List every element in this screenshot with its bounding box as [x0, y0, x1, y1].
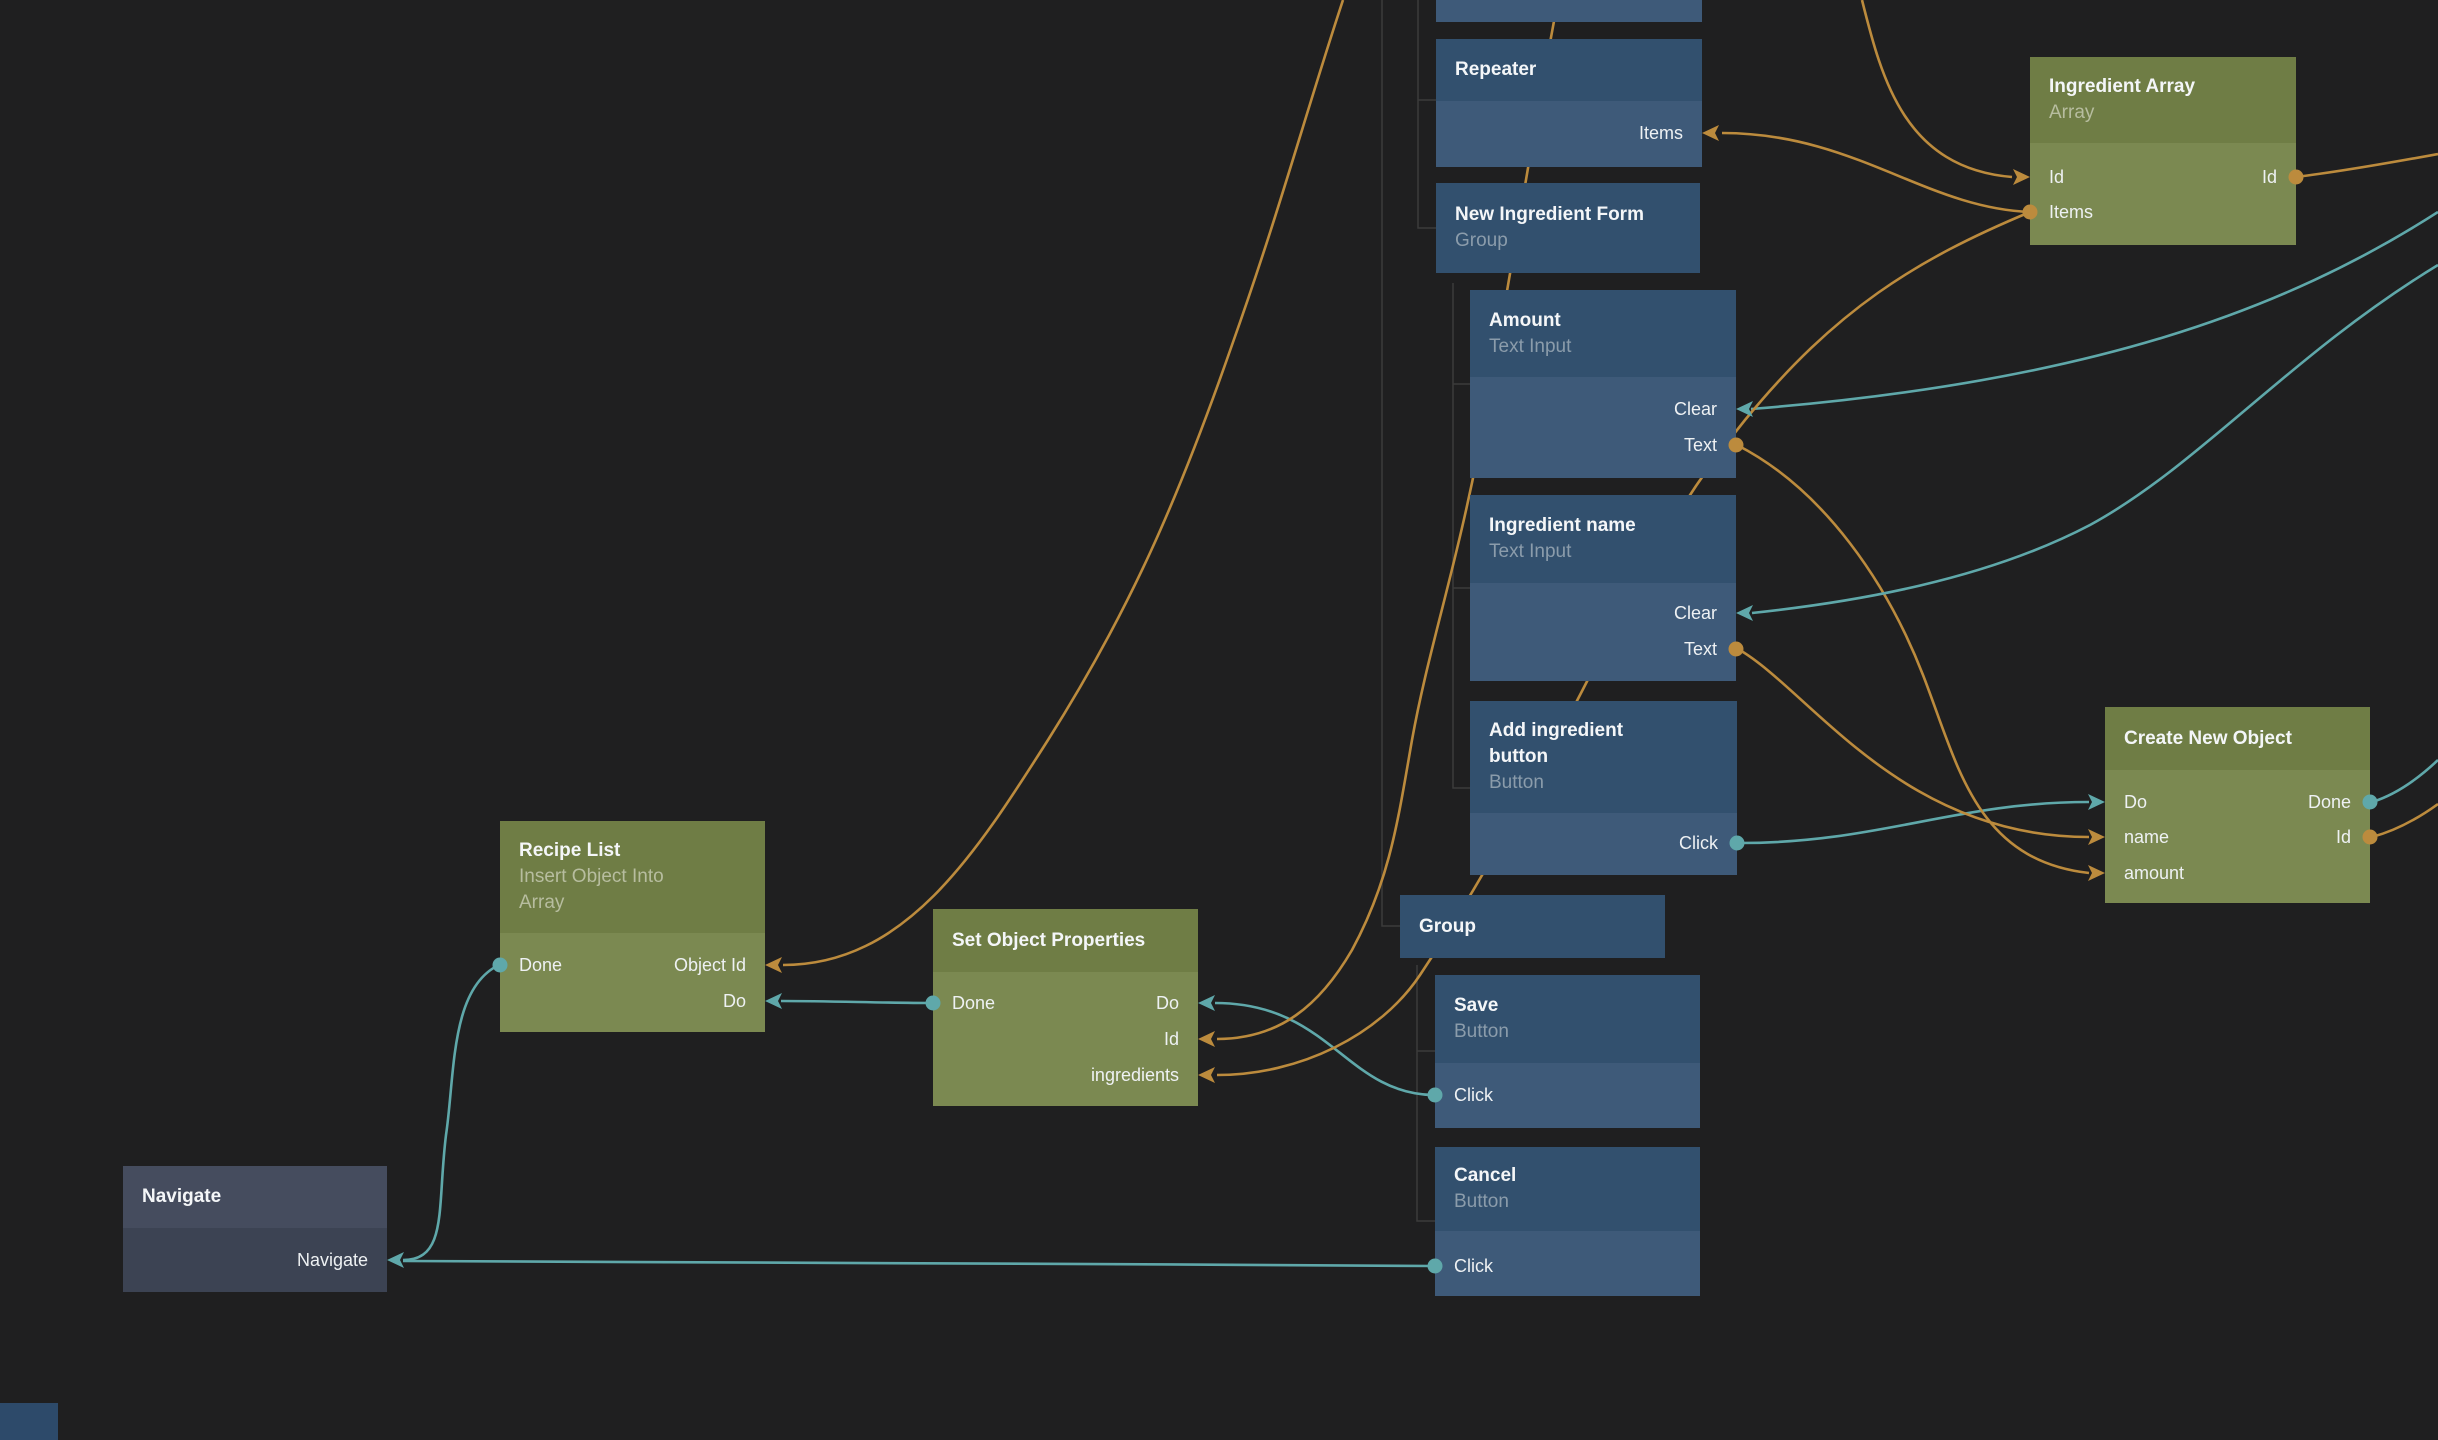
- node-ingredient-array-port-id[interactable]: Id: [2262, 164, 2277, 190]
- node-set-object-properties-title: Set Object Properties: [952, 928, 1184, 954]
- node-recipe-list-port-do[interactable]: Do: [723, 988, 746, 1014]
- offscreen-node-fragment-top[interactable]: [1436, 0, 1702, 22]
- offscreen-node-fragment-bottom-left[interactable]: [0, 1403, 58, 1440]
- node-cancel-header: CancelButton: [1435, 1147, 1700, 1231]
- node-group-header: Group: [1400, 895, 1665, 958]
- node-set-object-properties-port-id[interactable]: Id: [1164, 1026, 1179, 1052]
- node-recipe-list-port-object-id[interactable]: Object Id: [674, 952, 746, 978]
- node-layer: RepeaterItemsNew Ingredient FormGroupAmo…: [0, 0, 2438, 1440]
- node-create-new-object-port-amount[interactable]: amount: [2124, 860, 2184, 886]
- node-ingredient-array-port-id[interactable]: Id: [2049, 164, 2064, 190]
- node-new-ingredient-form[interactable]: New Ingredient FormGroup: [1436, 183, 1700, 273]
- node-add-ingredient-button-port-click[interactable]: Click: [1679, 830, 1718, 856]
- node-set-object-properties[interactable]: Set Object Properties Done Do Id ingredients: [933, 909, 1198, 1106]
- node-recipe-list-header: Recipe ListInsert Object Into Array: [500, 821, 765, 933]
- node-ingredient-name-port-text[interactable]: Text: [1684, 636, 1717, 662]
- node-ingredient-name-title: Ingredient name: [1489, 513, 1722, 539]
- node-create-new-object-port-id[interactable]: Id: [2336, 824, 2351, 850]
- node-cancel-title: Cancel: [1454, 1163, 1686, 1189]
- node-ingredient-name[interactable]: Ingredient nameText Input Clear Text: [1470, 495, 1736, 681]
- node-save-port-click[interactable]: Click: [1454, 1082, 1493, 1108]
- node-set-object-properties-port-do[interactable]: Do: [1156, 990, 1179, 1016]
- node-new-ingredient-form-header: New Ingredient FormGroup: [1436, 183, 1700, 273]
- node-navigate-port-navigate[interactable]: Navigate: [297, 1247, 368, 1273]
- node-recipe-list-subtitle: Insert Object Into Array: [519, 864, 709, 916]
- node-add-ingredient-button-header: Add ingredient buttonButton: [1470, 701, 1737, 813]
- node-add-ingredient-button-subtitle: Button: [1489, 770, 1723, 796]
- node-ingredient-array-title: Ingredient Array: [2049, 74, 2282, 100]
- node-ingredient-name-subtitle: Text Input: [1489, 539, 1722, 565]
- node-graph-canvas[interactable]: RepeaterItemsNew Ingredient FormGroupAmo…: [0, 0, 2438, 1440]
- node-save[interactable]: SaveButton Click: [1435, 975, 1700, 1128]
- node-ingredient-array[interactable]: Ingredient ArrayArray Id Id Items: [2030, 57, 2296, 245]
- node-amount-header: AmountText Input: [1470, 290, 1736, 377]
- node-cancel[interactable]: CancelButton Click: [1435, 1147, 1700, 1296]
- node-amount-title: Amount: [1489, 308, 1722, 334]
- node-navigate[interactable]: Navigate Navigate: [123, 1166, 387, 1292]
- node-amount-port-text[interactable]: Text: [1684, 432, 1717, 458]
- node-new-ingredient-form-subtitle: Group: [1455, 228, 1686, 254]
- node-create-new-object[interactable]: Create New Object Do Done name Id amount: [2105, 707, 2370, 903]
- node-set-object-properties-port-ingredients[interactable]: ingredients: [1091, 1062, 1179, 1088]
- node-recipe-list[interactable]: Recipe ListInsert Object Into Array Done O…: [500, 821, 765, 1032]
- node-create-new-object-header: Create New Object: [2105, 707, 2370, 770]
- node-create-new-object-title: Create New Object: [2124, 726, 2356, 752]
- node-set-object-properties-port-done[interactable]: Done: [952, 990, 995, 1016]
- node-create-new-object-port-do[interactable]: Do: [2124, 789, 2147, 815]
- node-cancel-port-click[interactable]: Click: [1454, 1253, 1493, 1279]
- node-create-new-object-port-done[interactable]: Done: [2308, 789, 2351, 815]
- node-group-title: Group: [1419, 914, 1651, 940]
- node-ingredient-name-port-clear[interactable]: Clear: [1674, 600, 1717, 626]
- node-save-subtitle: Button: [1454, 1019, 1686, 1045]
- node-repeater-port-items[interactable]: Items: [1639, 120, 1683, 146]
- node-create-new-object-port-name[interactable]: name: [2124, 824, 2169, 850]
- node-amount-port-clear[interactable]: Clear: [1674, 396, 1717, 422]
- node-save-header: SaveButton: [1435, 975, 1700, 1063]
- node-ingredient-array-header: Ingredient ArrayArray: [2030, 57, 2296, 143]
- node-ingredient-array-port-items[interactable]: Items: [2049, 199, 2093, 225]
- node-recipe-list-title: Recipe List: [519, 838, 751, 864]
- node-ingredient-name-header: Ingredient nameText Input: [1470, 495, 1736, 583]
- node-new-ingredient-form-title: New Ingredient Form: [1455, 202, 1686, 228]
- node-cancel-subtitle: Button: [1454, 1189, 1686, 1215]
- node-repeater-title: Repeater: [1455, 57, 1688, 83]
- node-repeater[interactable]: Repeater Items: [1436, 39, 1702, 167]
- node-add-ingredient-button-title: Add ingredient button: [1489, 718, 1649, 770]
- node-amount[interactable]: AmountText Input Clear Text: [1470, 290, 1736, 478]
- node-set-object-properties-header: Set Object Properties: [933, 909, 1198, 972]
- node-navigate-title: Navigate: [142, 1184, 373, 1210]
- node-recipe-list-port-done[interactable]: Done: [519, 952, 562, 978]
- node-repeater-header: Repeater: [1436, 39, 1702, 101]
- node-group[interactable]: Group: [1400, 895, 1665, 958]
- node-navigate-header: Navigate: [123, 1166, 387, 1228]
- node-add-ingredient-button[interactable]: Add ingredient buttonButton Click: [1470, 701, 1737, 875]
- node-save-title: Save: [1454, 993, 1686, 1019]
- node-amount-subtitle: Text Input: [1489, 334, 1722, 360]
- node-ingredient-array-subtitle: Array: [2049, 100, 2282, 126]
